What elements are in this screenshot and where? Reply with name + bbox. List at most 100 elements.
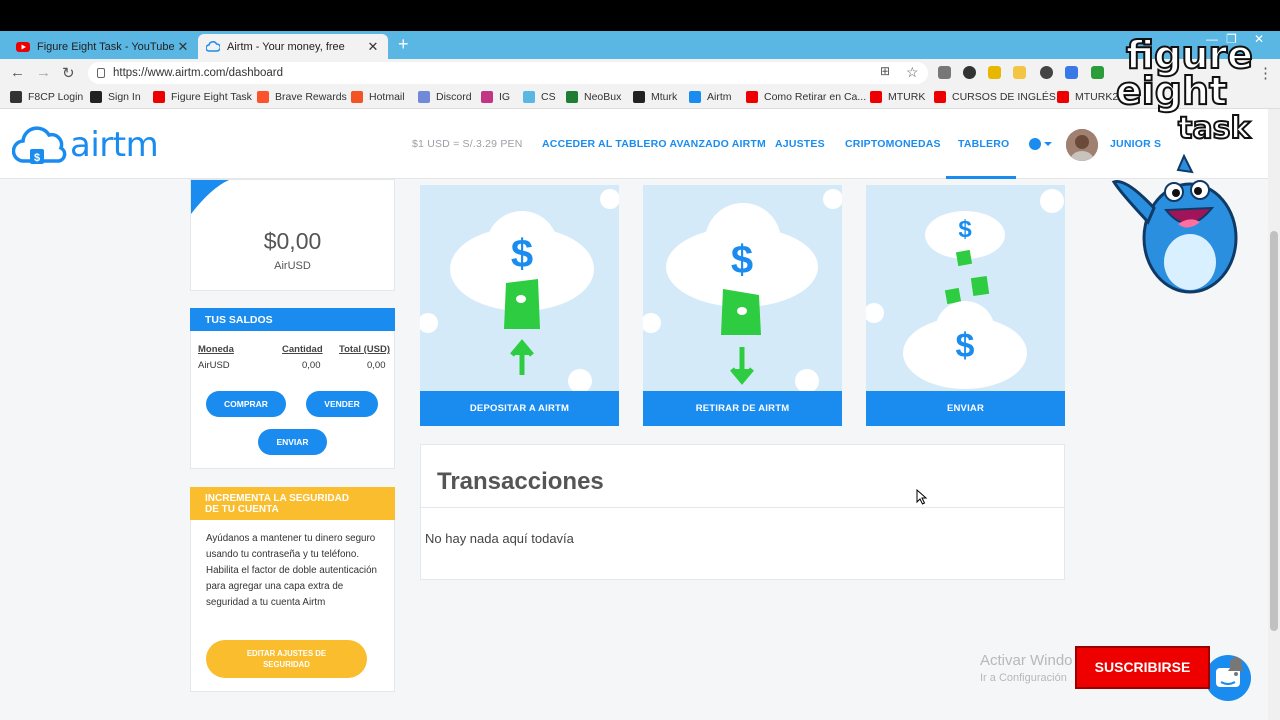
neobux-icon xyxy=(566,91,578,103)
tab-title: Airtm - Your money, free xyxy=(227,40,345,53)
bookmark-icon xyxy=(90,91,102,103)
bookmark-item[interactable]: Brave Rewards xyxy=(257,91,347,103)
svg-text:$: $ xyxy=(511,232,533,276)
globe-icon[interactable] xyxy=(1028,137,1054,151)
mascot-icon xyxy=(1111,153,1238,294)
send-illustration-icon: $ $ xyxy=(866,189,1064,389)
nav-dashboard[interactable]: TABLERO xyxy=(958,138,1009,150)
subscribe-button[interactable]: SUSCRIBIRSE xyxy=(1075,646,1210,689)
brave-icon xyxy=(257,91,269,103)
bookmark-item[interactable]: Como Retirar en Ca... xyxy=(746,91,866,103)
url-text: https://www.airtm.com/dashboard xyxy=(113,67,284,79)
avatar[interactable] xyxy=(1066,129,1098,161)
windows-activation-watermark: Activar Windo xyxy=(980,652,1073,669)
youtube-icon xyxy=(153,91,165,103)
transactions-card xyxy=(420,444,1065,580)
back-icon[interactable]: ← xyxy=(10,64,25,81)
bookmark-item[interactable]: CS xyxy=(523,91,556,103)
bookmark-label: CS xyxy=(541,91,556,103)
edit-security-button[interactable]: EDITAR AJUSTES DE SEGURIDAD xyxy=(206,640,367,678)
send-money-button[interactable]: ENVIAR xyxy=(866,391,1065,426)
send-button[interactable]: ENVIAR xyxy=(258,429,327,455)
bookmark-item[interactable]: Airtm xyxy=(689,91,732,103)
user-avatar-icon xyxy=(1066,129,1098,161)
buy-button[interactable]: COMPRAR xyxy=(206,391,286,417)
table-cell: 0,00 xyxy=(302,360,321,371)
column-header: Moneda xyxy=(198,344,234,355)
extension-icon[interactable] xyxy=(1091,66,1104,79)
bookmark-icon xyxy=(523,91,535,103)
deposit-illustration-icon: $ xyxy=(420,189,619,393)
divider xyxy=(421,507,1064,508)
address-bar[interactable]: https://www.airtm.com/dashboard xyxy=(88,62,928,84)
tab-airtm[interactable]: Airtm - Your money, free ✕ xyxy=(198,34,388,59)
scrollbar-thumb[interactable] xyxy=(1270,231,1278,631)
bookmark-item[interactable]: Hotmail xyxy=(351,91,405,103)
bookmark-label: F8CP Login xyxy=(28,91,84,103)
withdraw-card[interactable]: $ RETIRAR DE AIRTM xyxy=(643,185,842,426)
bookmark-label: CURSOS DE INGLÉS... xyxy=(952,91,1065,103)
reload-icon[interactable]: ↻ xyxy=(62,64,75,82)
withdraw-button[interactable]: RETIRAR DE AIRTM xyxy=(643,391,842,426)
transactions-empty-message: No hay nada aquí todavía xyxy=(425,531,574,546)
browser-tab-strip: Figure Eight Task - YouTube ✕ Airtm - Yo… xyxy=(0,31,1280,59)
page-scrollbar[interactable] xyxy=(1268,109,1280,720)
new-tab-icon[interactable]: + xyxy=(398,34,409,55)
button-label-line: SEGURIDAD xyxy=(263,660,310,669)
airtm-logo[interactable]: $ airtm xyxy=(12,123,177,167)
discord-icon xyxy=(418,91,430,103)
bookmark-item[interactable]: CURSOS DE INGLÉS... xyxy=(934,91,1065,103)
security-title-line: DE TU CUENTA xyxy=(205,504,279,515)
extension-icon[interactable] xyxy=(1040,66,1053,79)
withdraw-illustration-icon: $ xyxy=(643,189,842,393)
extension-icon[interactable] xyxy=(1065,66,1078,79)
bookmark-item[interactable]: MTURK xyxy=(870,91,925,103)
close-tab-icon[interactable]: ✕ xyxy=(176,39,190,55)
bookmark-label: MTURK xyxy=(888,91,926,103)
bookmark-item[interactable]: Sign In xyxy=(90,91,141,103)
svg-text:$: $ xyxy=(731,238,753,282)
active-nav-indicator xyxy=(946,176,1016,179)
translate-icon[interactable]: ⊞ xyxy=(880,64,890,78)
close-tab-icon[interactable]: ✕ xyxy=(366,39,380,55)
table-cell: 0,00 xyxy=(367,360,386,371)
bookmark-item[interactable]: MTURK2 xyxy=(1057,91,1118,103)
send-card[interactable]: $ $ ENVIAR xyxy=(866,185,1065,426)
youtube-icon xyxy=(746,91,758,103)
tab-title: Figure Eight Task - YouTube xyxy=(37,40,175,53)
bookmark-label: Como Retirar en Ca... xyxy=(764,91,867,103)
bell-icon[interactable] xyxy=(1225,655,1247,677)
windows-activation-hint: Ir a Configuración xyxy=(980,672,1067,684)
bookmark-label: Figure Eight Task xyxy=(171,91,252,103)
bookmark-label: Discord xyxy=(436,91,472,103)
bookmark-label: Brave Rewards xyxy=(275,91,347,103)
nav-settings[interactable]: AJUSTES xyxy=(775,138,825,150)
brand-text: task xyxy=(1177,111,1251,147)
extension-icon[interactable] xyxy=(988,66,1001,79)
column-header: Total (USD) xyxy=(339,344,391,355)
bookmark-item[interactable]: NeoBux xyxy=(566,91,621,103)
bookmark-item[interactable]: IG xyxy=(481,91,510,103)
star-icon[interactable]: ☆ xyxy=(906,64,919,81)
bookmark-icon xyxy=(10,91,22,103)
extension-icon[interactable] xyxy=(1013,66,1026,79)
deposit-button[interactable]: DEPOSITAR A AIRTM xyxy=(420,391,619,426)
nav-crypto[interactable]: CRIPTOMONEDAS xyxy=(845,138,941,150)
nav-advanced-dashboard[interactable]: ACCEDER AL TABLERO AVANZADO AIRTM xyxy=(542,138,766,150)
security-title: INCREMENTA LA SEGURIDAD DE TU CUENTA xyxy=(190,487,395,520)
amazon-icon xyxy=(633,91,645,103)
forward-icon[interactable]: → xyxy=(36,64,51,81)
saldos-title: TUS SALDOS xyxy=(190,308,395,331)
extension-icon[interactable] xyxy=(963,66,976,79)
sell-button[interactable]: VENDER xyxy=(306,391,378,417)
deposit-card[interactable]: $ DEPOSITAR A AIRTM xyxy=(420,185,619,426)
bookmark-label: IG xyxy=(499,91,511,103)
tab-youtube[interactable]: Figure Eight Task - YouTube ✕ xyxy=(8,34,198,59)
bookmark-item[interactable]: Discord xyxy=(418,91,472,103)
extension-icon[interactable] xyxy=(938,66,951,79)
transactions-title: Transacciones xyxy=(437,468,604,495)
bookmark-item[interactable]: Figure Eight Task xyxy=(153,91,252,103)
bookmark-label: Sign In xyxy=(108,91,141,103)
bookmark-item[interactable]: Mturk xyxy=(633,91,677,103)
bookmark-item[interactable]: F8CP Login xyxy=(10,91,83,103)
